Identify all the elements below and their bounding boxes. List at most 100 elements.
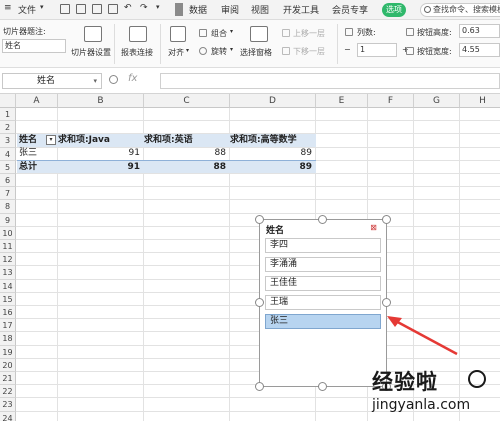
pivot-col-header[interactable]: 求和项:高等数学 (230, 134, 316, 147)
formula-input[interactable] (160, 73, 500, 89)
filter-icon[interactable]: ▾ (46, 135, 56, 145)
tab-view[interactable]: 视图 (251, 3, 269, 16)
pivot-total[interactable]: 89 (230, 160, 316, 173)
rotate-button[interactable]: 旋转 (211, 46, 227, 57)
row-header[interactable]: 6 (0, 174, 16, 188)
row-header[interactable]: 11 (0, 240, 16, 254)
send-backward-icon[interactable] (282, 47, 290, 55)
selection-pane-icon[interactable] (250, 26, 268, 42)
column-header[interactable]: F (368, 94, 414, 108)
row-header[interactable]: 17 (0, 319, 16, 333)
resize-handle[interactable] (318, 382, 327, 391)
slicer-item[interactable]: 王瑞 (265, 295, 381, 310)
pivot-total[interactable]: 91 (58, 160, 144, 173)
tab-member[interactable]: 会员专享 (332, 3, 368, 16)
pivot-col-header[interactable]: 求和项:Java (58, 134, 144, 147)
row-header[interactable]: 3 (0, 134, 16, 148)
tab-data[interactable]: 数据 (189, 3, 207, 16)
chevron-down-icon[interactable]: ▾ (186, 47, 189, 54)
row-header[interactable]: 13 (0, 266, 16, 280)
row-header[interactable]: 12 (0, 253, 16, 267)
row-header[interactable]: 24 (0, 411, 16, 421)
preview-icon[interactable] (108, 4, 118, 14)
align-button[interactable]: 对齐 (168, 47, 184, 58)
print-icon[interactable] (92, 4, 102, 14)
row-header[interactable]: 19 (0, 345, 16, 359)
tab-options[interactable]: 选项 (382, 3, 406, 17)
chevron-down-icon[interactable]: ▾ (40, 3, 44, 11)
slicer-item[interactable]: 王佳佳 (265, 276, 381, 291)
select-all-corner[interactable] (0, 94, 16, 108)
clear-filter-icon[interactable]: ⊠ (368, 223, 379, 233)
send-backward-button[interactable]: 下移一层 (293, 46, 325, 57)
resize-handle[interactable] (382, 215, 391, 224)
row-header[interactable]: 16 (0, 306, 16, 320)
export-icon[interactable] (76, 4, 86, 14)
redo-icon[interactable]: ↷ (140, 3, 148, 13)
row-header[interactable]: 23 (0, 398, 16, 412)
resize-handle[interactable] (382, 298, 391, 307)
save-icon[interactable] (60, 4, 70, 14)
slicer-caption-input[interactable]: 姓名 (2, 39, 66, 53)
row-header[interactable]: 14 (0, 279, 16, 293)
chevron-down-icon[interactable]: ▾ (230, 46, 233, 53)
align-icon[interactable] (170, 26, 186, 42)
row-header[interactable]: 10 (0, 226, 16, 240)
group-icon[interactable] (199, 29, 207, 37)
tab-review[interactable]: 审阅 (221, 3, 239, 16)
column-header[interactable]: G (414, 94, 460, 108)
search-box[interactable]: 查找命令、搜索模板 (420, 3, 500, 17)
row-header[interactable]: 4 (0, 147, 16, 161)
row-header[interactable]: 18 (0, 332, 16, 346)
row-header[interactable]: 7 (0, 187, 16, 201)
slicer-item[interactable]: 李涌涌 (265, 257, 381, 272)
zoom-icon[interactable] (109, 75, 118, 84)
resize-handle[interactable] (318, 215, 327, 224)
chevron-down-icon[interactable]: ▾ (156, 3, 160, 11)
row-header[interactable]: 20 (0, 358, 16, 372)
row-header[interactable]: 2 (0, 121, 16, 135)
group-button[interactable]: 组合 (211, 28, 227, 39)
slicer-item[interactable]: 张三 (265, 314, 381, 329)
row-header[interactable]: 21 (0, 372, 16, 386)
bring-forward-button[interactable]: 上移一层 (293, 28, 325, 39)
pivot-value[interactable]: 88 (144, 147, 230, 160)
report-connections-button[interactable]: 报表连接 (121, 47, 153, 58)
slicer-settings-icon[interactable] (84, 26, 102, 42)
row-header[interactable]: 15 (0, 292, 16, 306)
pivot-total[interactable]: 88 (144, 160, 230, 173)
file-menu[interactable]: 文件 (18, 3, 36, 16)
fx-icon[interactable]: fx (128, 73, 137, 84)
pivot-row-label[interactable]: 张三 (17, 147, 58, 160)
chevron-down-icon[interactable]: ▾ (93, 74, 97, 88)
column-header[interactable]: A (16, 94, 58, 108)
column-header[interactable]: E (316, 94, 368, 108)
columns-stepper[interactable]: 1 (357, 43, 397, 57)
menu-icon[interactable]: ≡ (4, 3, 12, 13)
chevron-down-icon[interactable]: ▾ (230, 28, 233, 35)
pivot-total-label[interactable]: 总计 (17, 160, 58, 173)
column-header[interactable]: H (460, 94, 500, 108)
slicer-panel[interactable]: 姓名 ⊠ 李四 李涌涌 王佳佳 王瑞 张三 (259, 219, 387, 387)
pivot-col-header[interactable]: 求和项:英语 (144, 134, 230, 147)
row-header[interactable]: 5 (0, 160, 16, 174)
column-header[interactable]: C (144, 94, 230, 108)
row-header[interactable]: 1 (0, 108, 16, 122)
report-connections-icon[interactable] (129, 26, 147, 42)
resize-handle[interactable] (255, 298, 264, 307)
tab-developer[interactable]: 开发工具 (283, 3, 319, 16)
bring-forward-icon[interactable] (282, 29, 290, 37)
slicer-settings-button[interactable]: 切片器设置 (71, 47, 111, 58)
selection-pane-button[interactable]: 选择窗格 (240, 47, 272, 58)
column-header[interactable]: D (230, 94, 316, 108)
row-header[interactable]: 8 (0, 200, 16, 214)
slicer-item[interactable]: 李四 (265, 238, 381, 253)
decrement-icon[interactable]: − (344, 45, 351, 54)
button-width-input[interactable]: 4.55 (459, 43, 500, 57)
resize-handle[interactable] (255, 215, 264, 224)
button-height-input[interactable]: 0.63 (459, 24, 500, 38)
row-header[interactable]: 9 (0, 213, 16, 227)
pivot-value[interactable]: 89 (230, 147, 316, 160)
pivot-value[interactable]: 91 (58, 147, 144, 160)
undo-icon[interactable]: ↶ (124, 3, 132, 13)
